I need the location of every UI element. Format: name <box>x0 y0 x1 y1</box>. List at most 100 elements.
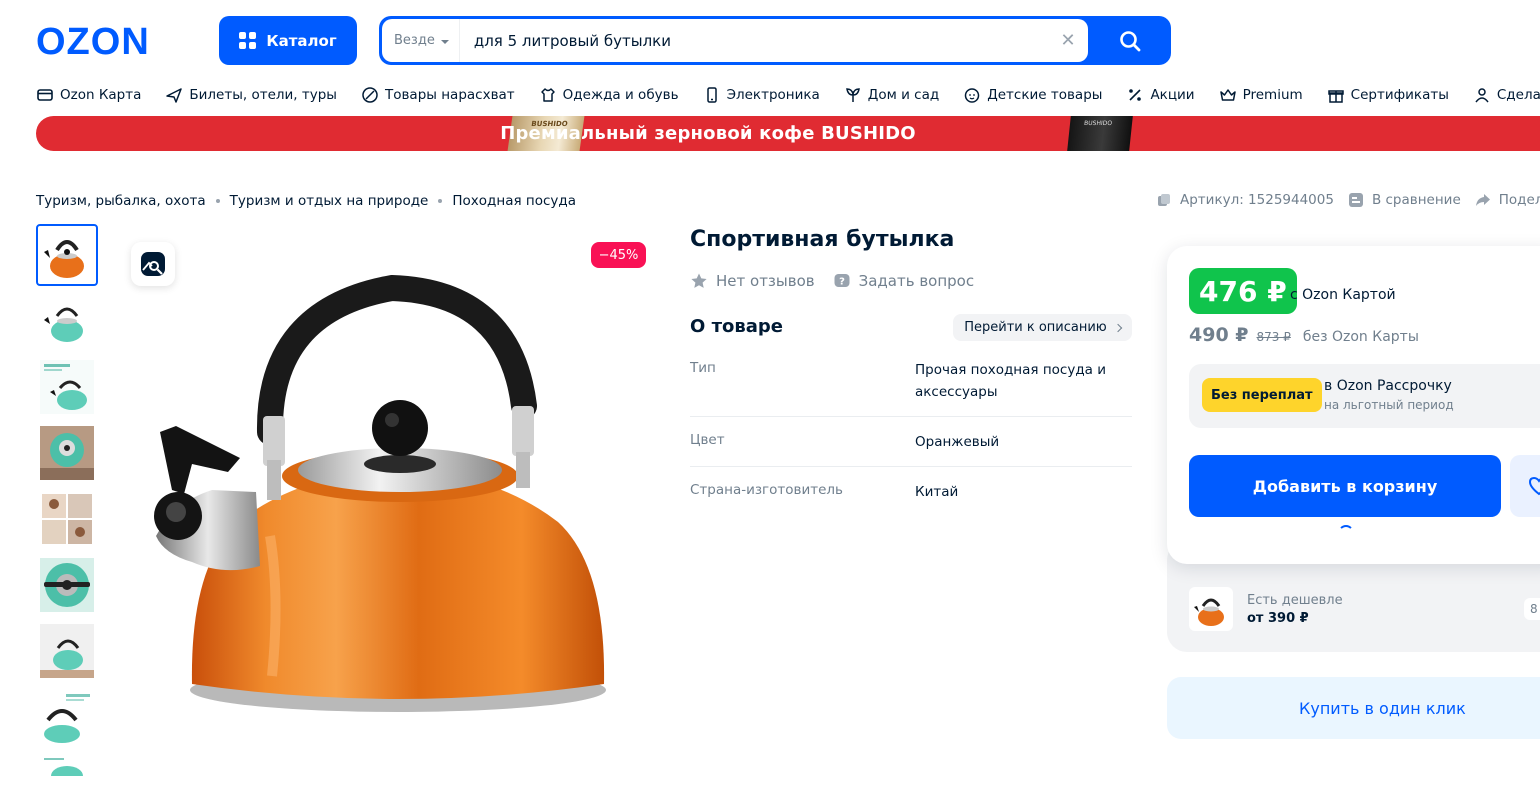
compare-label: В сравнение <box>1371 192 1461 208</box>
installment-subtitle: на льготный период <box>1324 398 1454 412</box>
star-icon <box>691 273 707 288</box>
installment-badge: Без переплат <box>1202 378 1322 412</box>
nav-item-home[interactable]: Дом и сад <box>844 84 939 106</box>
search-scope-label: Везде <box>394 33 435 48</box>
rating-row: Нет отзывов ? Задать вопрос <box>690 272 974 290</box>
baby-icon <box>964 88 980 103</box>
promo-banner[interactable]: BUSHIDO Премиальный зерновой кофе BUSHID… <box>36 116 1540 151</box>
thumbnail-4[interactable] <box>36 422 98 484</box>
product-main-image[interactable] <box>120 236 660 776</box>
spec-key: Цвет <box>690 432 725 448</box>
thumbnail-2[interactable] <box>36 290 98 352</box>
cheaper-price: от 390 ₽ <box>1247 610 1309 626</box>
about-title: О товаре <box>690 316 783 337</box>
reviews-label: Нет отзывов <box>716 272 815 290</box>
percent-icon <box>1129 89 1142 101</box>
nav-label: Ozon Карта <box>60 87 142 103</box>
breadcrumb-item[interactable]: Туризм и отдых на природе <box>230 193 429 209</box>
nav-item-tickets[interactable]: Билеты, отели, туры <box>165 84 337 106</box>
search-field-wrap: Везде ✕ <box>382 19 1088 62</box>
phone-icon <box>706 87 717 103</box>
kettle-closeup-thumb <box>40 426 94 480</box>
search-button[interactable] <box>1089 16 1171 65</box>
nav-label: Товары нарасхват <box>384 87 515 103</box>
catalog-label: Каталог <box>266 31 337 50</box>
nav-item-hot[interactable]: Товары нарасхват <box>361 84 515 106</box>
nav-label: Детские товары <box>987 87 1103 103</box>
goto-description-button[interactable]: Перейти к описанию <box>953 314 1132 341</box>
plane-icon <box>166 88 183 103</box>
cheaper-offer[interactable]: Есть дешевле от 390 ₽ <box>1189 587 1343 631</box>
close-icon[interactable]: ✕ <box>1048 19 1088 62</box>
breadcrumb-item[interactable]: Туризм, рыбалка, охота <box>36 193 206 209</box>
nav-label: Электроника <box>726 87 820 103</box>
cheaper-title: Есть дешевле <box>1247 592 1343 608</box>
nav-label: Билеты, отели, туры <box>189 87 337 103</box>
card-icon <box>37 89 53 101</box>
nav-item-electronics[interactable]: Электроника <box>703 84 820 106</box>
plant-icon <box>845 88 860 102</box>
sku-copy[interactable]: Артикул: 1525944005 <box>1156 192 1334 208</box>
discount-badge: −45% <box>591 242 646 268</box>
thumbnail-5[interactable] <box>36 488 98 550</box>
catalog-button[interactable]: Каталог <box>219 16 357 65</box>
spec-row: Цвет Оранжевый <box>690 417 1132 467</box>
nav-item-kids[interactable]: Детские товары <box>963 84 1102 106</box>
reviews-link[interactable]: Нет отзывов <box>690 272 815 290</box>
chevron-down-icon <box>440 39 449 44</box>
copy-icon <box>1158 194 1170 206</box>
thumbnail-8[interactable] <box>36 686 98 748</box>
favorite-button[interactable] <box>1510 455 1540 517</box>
breadcrumb-item[interactable]: Походная посуда <box>452 193 576 209</box>
installment-title: в Ozon Рассрочку <box>1324 378 1452 394</box>
share-button[interactable]: Подел <box>1475 192 1540 208</box>
breadcrumb-separator <box>438 199 443 203</box>
nav-item-made-in-russia[interactable]: Сделано в Р <box>1473 84 1540 106</box>
thumbnail-7[interactable] <box>36 620 98 682</box>
grid-icon <box>239 32 257 49</box>
compare-icon <box>1348 193 1363 207</box>
share-icon <box>1475 194 1490 206</box>
nav-label: Сделано в Р <box>1496 87 1540 103</box>
kettle-handle-thumb <box>40 690 94 744</box>
clothes-icon <box>540 88 555 102</box>
nav-item-certificates[interactable]: Сертификаты <box>1327 84 1449 106</box>
nav-item-promo[interactable]: Акции <box>1126 84 1195 106</box>
heart-icon <box>1528 476 1540 496</box>
ask-question-link[interactable]: ? Задать вопрос <box>833 272 974 290</box>
kettle-orange-mini <box>1194 598 1224 626</box>
spec-row: Тип Прочая походная посуда и аксессуары <box>690 354 1132 417</box>
usage-photos-thumb <box>40 492 94 546</box>
nav-label: Одежда и обувь <box>562 87 679 103</box>
ozon-logo[interactable]: OZON <box>36 24 178 56</box>
zoom-search-button[interactable] <box>131 242 175 286</box>
nav-label: Акции <box>1150 87 1195 103</box>
add-to-cart-button[interactable]: Добавить в корзину <box>1189 455 1501 517</box>
nav-item-ozon-card[interactable]: Ozon Карта <box>36 84 141 106</box>
search-scope-select[interactable]: Везде <box>382 19 460 62</box>
thumbnail-3[interactable] <box>36 356 98 418</box>
banner-text: Премиальный зерновой кофе BUSHIDO <box>500 123 916 144</box>
ozon-card-price: 476 ₽ <box>1189 268 1297 314</box>
pack-label: BUSHIDO <box>1083 120 1113 127</box>
spec-key: Тип <box>690 360 716 376</box>
installment-block[interactable]: Без переплат в Ozon Рассрочку на льготны… <box>1189 364 1540 428</box>
fire-icon <box>362 87 378 103</box>
nav-item-clothes[interactable]: Одежда и обувь <box>539 84 679 106</box>
regular-price-label: без Ozon Карты <box>1302 329 1419 345</box>
nav-label: Premium <box>1242 87 1303 103</box>
thumbnail-9[interactable] <box>36 752 98 776</box>
regular-price-row: 490 ₽ 873 ₽ без Ozon Карты <box>1189 324 1419 346</box>
search-input[interactable] <box>459 31 1048 50</box>
nav-item-premium[interactable]: Premium <box>1219 84 1303 106</box>
compare-button[interactable]: В сравнение <box>1348 192 1461 208</box>
kettle-top-thumb <box>40 558 94 612</box>
cheaper-edge-value: 8 <box>1524 598 1540 620</box>
buy-one-click-button[interactable]: Купить в один клик <box>1167 677 1540 739</box>
thumbnail-1[interactable] <box>36 224 98 286</box>
kettle-stove-thumb <box>40 624 94 678</box>
thumbnail-6[interactable] <box>36 554 98 616</box>
svg-text:?: ? <box>839 277 845 288</box>
kettle-orange-thumb <box>44 240 84 278</box>
gallery-thumbnails <box>36 224 98 776</box>
